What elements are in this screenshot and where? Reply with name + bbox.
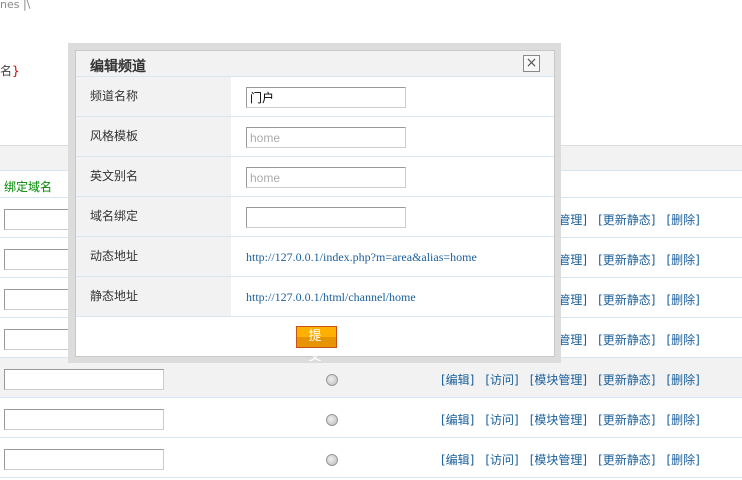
braced-text: 名}	[0, 62, 20, 79]
action-link[interactable]: [删除]	[667, 453, 700, 467]
action-link[interactable]: [访问]	[485, 453, 518, 467]
action-link[interactable]: [编辑]	[441, 413, 474, 427]
field-label: 风格模板	[76, 117, 231, 156]
action-link[interactable]: [编辑]	[441, 453, 474, 467]
action-link[interactable]: [访问]	[485, 413, 518, 427]
close-icon[interactable]: ×	[523, 55, 540, 72]
action-link[interactable]: [更新静态]	[598, 373, 655, 387]
dialog-titlebar: 编辑频道 ×	[76, 51, 554, 77]
action-link[interactable]: [模块管理]	[530, 373, 587, 387]
braced-label: 名	[0, 64, 13, 78]
row-actions: [编辑] [访问] [模块管理] [更新静态] [删除]	[441, 371, 711, 388]
field-label: 英文别名	[76, 157, 231, 196]
dynamic-url: http://127.0.0.1/index.php?m=area&alias=…	[246, 250, 477, 264]
channel-name-input[interactable]	[246, 87, 406, 108]
action-link[interactable]: [更新静态]	[598, 413, 655, 427]
action-link[interactable]: [删除]	[667, 413, 700, 427]
table-row: [编辑] [访问] [模块管理] [更新静态] [删除]	[0, 438, 742, 478]
default-radio[interactable]	[326, 454, 338, 466]
domain-input[interactable]	[4, 409, 164, 430]
action-link[interactable]: [删除]	[667, 213, 700, 227]
row-actions: [编辑] [访问] [模块管理] [更新静态] [删除]	[441, 411, 711, 428]
brace: }	[12, 64, 20, 78]
action-link[interactable]: [编辑]	[441, 373, 474, 387]
action-link[interactable]: [删除]	[667, 333, 700, 347]
field-template: 风格模板	[76, 117, 554, 157]
table-row: [编辑] [访问] [模块管理] [更新静态] [删除]	[0, 398, 742, 438]
template-input[interactable]	[246, 127, 406, 148]
field-label: 静态地址	[76, 277, 231, 316]
action-link[interactable]: [更新静态]	[598, 253, 655, 267]
default-radio[interactable]	[326, 414, 338, 426]
action-link[interactable]: [删除]	[667, 293, 700, 307]
domain-input[interactable]	[4, 449, 164, 470]
action-link[interactable]: [访问]	[485, 373, 518, 387]
field-label: 频道名称	[76, 77, 231, 116]
domain-input[interactable]	[246, 207, 406, 228]
action-link[interactable]: [更新静态]	[598, 333, 655, 347]
field-static-url: 静态地址 http://127.0.0.1/html/channel/home	[76, 277, 554, 317]
field-domain: 域名绑定	[76, 197, 554, 237]
column-bound-domain: 绑定域名	[4, 180, 53, 194]
alias-input[interactable]	[246, 167, 406, 188]
action-link[interactable]: [模块管理]	[530, 453, 587, 467]
edit-channel-dialog: 编辑频道 × 频道名称 风格模板 英文别名 域名绑定 动态地址 http://12…	[75, 50, 555, 364]
action-link[interactable]: [更新静态]	[598, 453, 655, 467]
submit-button[interactable]: 提 交	[296, 326, 337, 364]
action-link[interactable]: [更新静态]	[598, 293, 655, 307]
field-label: 动态地址	[76, 237, 231, 276]
row-actions: [编辑] [访问] [模块管理] [更新静态] [删除]	[441, 451, 711, 468]
action-link[interactable]: [模块管理]	[530, 413, 587, 427]
default-radio[interactable]	[326, 374, 338, 386]
table-row: [编辑] [访问] [模块管理] [更新静态] [删除]	[0, 358, 742, 398]
field-label: 域名绑定	[76, 197, 231, 236]
static-url: http://127.0.0.1/html/channel/home	[246, 290, 416, 304]
field-dynamic-url: 动态地址 http://127.0.0.1/index.php?m=area&al…	[76, 237, 554, 277]
field-alias: 英文别名	[76, 157, 554, 197]
domain-input[interactable]	[4, 369, 164, 390]
dialog-title: 编辑频道	[90, 59, 146, 75]
top-text: nes |\	[0, 0, 31, 11]
action-link[interactable]: [删除]	[667, 253, 700, 267]
action-link[interactable]: [更新静态]	[598, 213, 655, 227]
action-link[interactable]: [删除]	[667, 373, 700, 387]
field-channel-name: 频道名称	[76, 77, 554, 117]
